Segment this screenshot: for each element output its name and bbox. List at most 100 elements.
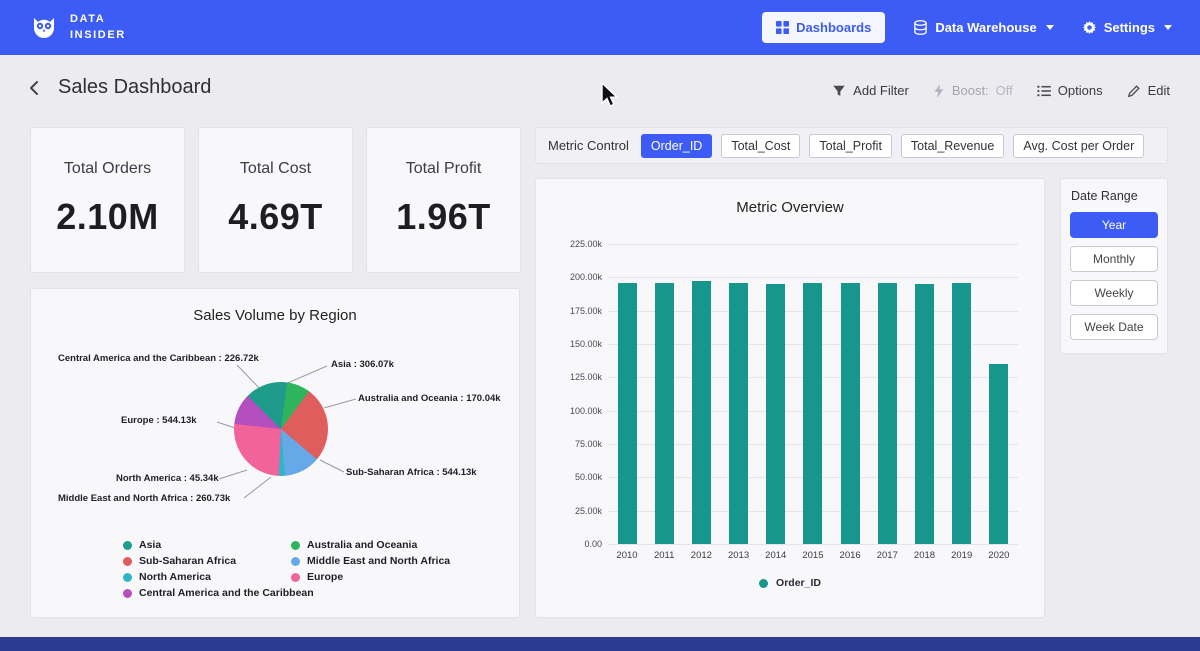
pie-callout-europe: Europe : 544.13k xyxy=(121,415,197,426)
kpi-value: 2.10M xyxy=(31,196,184,238)
date-range-button-monthly[interactable]: Monthly xyxy=(1070,246,1158,272)
filter-funnel-icon xyxy=(832,84,846,98)
back-button[interactable] xyxy=(26,79,44,97)
bar-2014[interactable] xyxy=(766,284,785,544)
kpi-card-total-profit: Total Profit 1.96T xyxy=(366,127,521,273)
pie-legend-item-europe[interactable]: Europe xyxy=(291,571,343,583)
pencil-icon xyxy=(1127,84,1141,98)
bolt-icon xyxy=(933,84,945,98)
options-button[interactable]: Options xyxy=(1037,83,1103,98)
bar-2011[interactable] xyxy=(655,283,674,544)
kpi-card-total-orders: Total Orders 2.10M xyxy=(30,127,185,273)
x-axis-label: 2020 xyxy=(984,550,1014,561)
metric-button-avg-cost-per-order[interactable]: Avg. Cost per Order xyxy=(1013,134,1144,158)
brand-logo: DATA INSIDER xyxy=(28,12,126,44)
pie-chart-region: Asia : 306.07k Australia and Oceania : 17… xyxy=(31,332,519,604)
boost-toggle[interactable]: Boost: Off xyxy=(933,83,1013,98)
bar-2013[interactable] xyxy=(729,283,748,544)
chevron-down-icon xyxy=(1046,25,1054,30)
nav-data-warehouse[interactable]: Data Warehouse xyxy=(913,20,1053,35)
metric-control-label: Metric Control xyxy=(548,138,629,153)
metric-button-order-id[interactable]: Order_ID xyxy=(641,134,712,158)
nav-data-warehouse-label: Data Warehouse xyxy=(935,20,1036,35)
y-axis-tick: 150.00k xyxy=(556,339,602,349)
pie-legend-item-middle-east-and-north-africa[interactable]: Middle East and North Africa xyxy=(291,555,450,567)
bar-2015[interactable] xyxy=(803,283,822,544)
brand-line1: DATA xyxy=(70,12,126,27)
edit-button[interactable]: Edit xyxy=(1127,83,1170,98)
boost-value: Off xyxy=(996,83,1013,98)
bar-2020[interactable] xyxy=(989,364,1008,544)
pie-chart[interactable] xyxy=(234,382,328,476)
pie-callout-australia-and-oceania: Australia and Oceania : 170.04k xyxy=(358,393,501,404)
y-axis-tick: 200.00k xyxy=(556,272,602,282)
grid-icon xyxy=(776,21,789,34)
legend-dot xyxy=(291,541,300,550)
y-axis-tick: 75.00k xyxy=(556,439,602,449)
legend-label: Order_ID xyxy=(776,577,821,589)
pie-legend-item-sub-saharan-africa[interactable]: Sub-Saharan Africa xyxy=(123,555,236,567)
y-axis-tick: 25.00k xyxy=(556,506,602,516)
legend-dot xyxy=(291,573,300,582)
kpi-label: Total Profit xyxy=(367,160,520,178)
pie-legend-item-australia-and-oceania[interactable]: Australia and Oceania xyxy=(291,539,417,551)
chart-title: Metric Overview xyxy=(556,199,1024,216)
legend-label: Australia and Oceania xyxy=(307,539,417,551)
legend-label: Sub-Saharan Africa xyxy=(139,555,236,567)
nav-dashboards-label: Dashboards xyxy=(796,20,871,35)
gridline xyxy=(608,544,1018,545)
legend-dot xyxy=(123,557,132,566)
metric-button-total-cost[interactable]: Total_Cost xyxy=(721,134,800,158)
date-range-button-year[interactable]: Year xyxy=(1070,212,1158,238)
legend-label: Europe xyxy=(307,571,343,583)
metric-button-total-revenue[interactable]: Total_Revenue xyxy=(901,134,1004,158)
metric-button-total-profit[interactable]: Total_Profit xyxy=(809,134,892,158)
bar-2016[interactable] xyxy=(841,283,860,544)
nav-settings[interactable]: Settings xyxy=(1082,20,1172,35)
bar-2018[interactable] xyxy=(915,284,934,544)
pie-chart-title: Sales Volume by Region xyxy=(31,307,519,324)
list-icon xyxy=(1037,85,1051,97)
pie-callout-sub-saharan-africa: Sub-Saharan Africa : 544.13k xyxy=(346,467,477,478)
legend-label: North America xyxy=(139,571,211,583)
footer-bar xyxy=(0,637,1200,651)
x-axis-label: 2012 xyxy=(686,550,716,561)
y-axis-tick: 50.00k xyxy=(556,472,602,482)
date-range-button-weekly[interactable]: Weekly xyxy=(1070,280,1158,306)
y-axis-tick: 225.00k xyxy=(556,239,602,249)
bar-2010[interactable] xyxy=(618,283,637,544)
metric-overview-chart-card: Metric Overview 225.00k200.00k175.00k150… xyxy=(535,178,1045,618)
legend-dot xyxy=(291,557,300,566)
x-axis-label: 2015 xyxy=(798,550,828,561)
x-axis-label: 2014 xyxy=(761,550,791,561)
kpi-value: 1.96T xyxy=(367,196,520,238)
bar-2019[interactable] xyxy=(952,283,971,544)
y-axis-tick: 125.00k xyxy=(556,372,602,382)
pie-callout-central-america-and-the-caribbean: Central America and the Caribbean : 226.… xyxy=(58,353,259,364)
pie-legend-item-central-america-and-the-caribbean[interactable]: Central America and the Caribbean xyxy=(123,587,314,599)
pie-legend-item-asia[interactable]: Asia xyxy=(123,539,161,551)
add-filter-label: Add Filter xyxy=(853,83,909,98)
database-icon xyxy=(913,20,928,35)
gear-icon xyxy=(1082,20,1097,35)
nav-dashboards-button[interactable]: Dashboards xyxy=(762,12,885,43)
kpi-value: 4.69T xyxy=(199,196,352,238)
add-filter-button[interactable]: Add Filter xyxy=(832,83,909,98)
x-axis-label: 2010 xyxy=(612,550,642,561)
owl-logo-icon xyxy=(28,12,60,44)
bar-2012[interactable] xyxy=(692,281,711,544)
edit-label: Edit xyxy=(1148,83,1170,98)
legend-dot xyxy=(123,589,132,598)
date-range-card: Date Range Year Monthly Weekly Week Date xyxy=(1060,178,1168,354)
legend-label: Asia xyxy=(139,539,161,551)
date-range-button-week-date[interactable]: Week Date xyxy=(1070,314,1158,340)
pie-callout-asia: Asia : 306.07k xyxy=(331,359,394,370)
pie-legend-item-north-america[interactable]: North America xyxy=(123,571,211,583)
x-axis-label: 2018 xyxy=(910,550,940,561)
y-axis-tick: 0.00 xyxy=(556,539,602,549)
bar-2017[interactable] xyxy=(878,283,897,544)
x-axis-label: 2016 xyxy=(835,550,865,561)
date-range-title: Date Range xyxy=(1071,189,1158,203)
kpi-label: Total Orders xyxy=(31,160,184,178)
x-axis-labels: 2010201120122013201420152016201720182019… xyxy=(608,550,1018,561)
